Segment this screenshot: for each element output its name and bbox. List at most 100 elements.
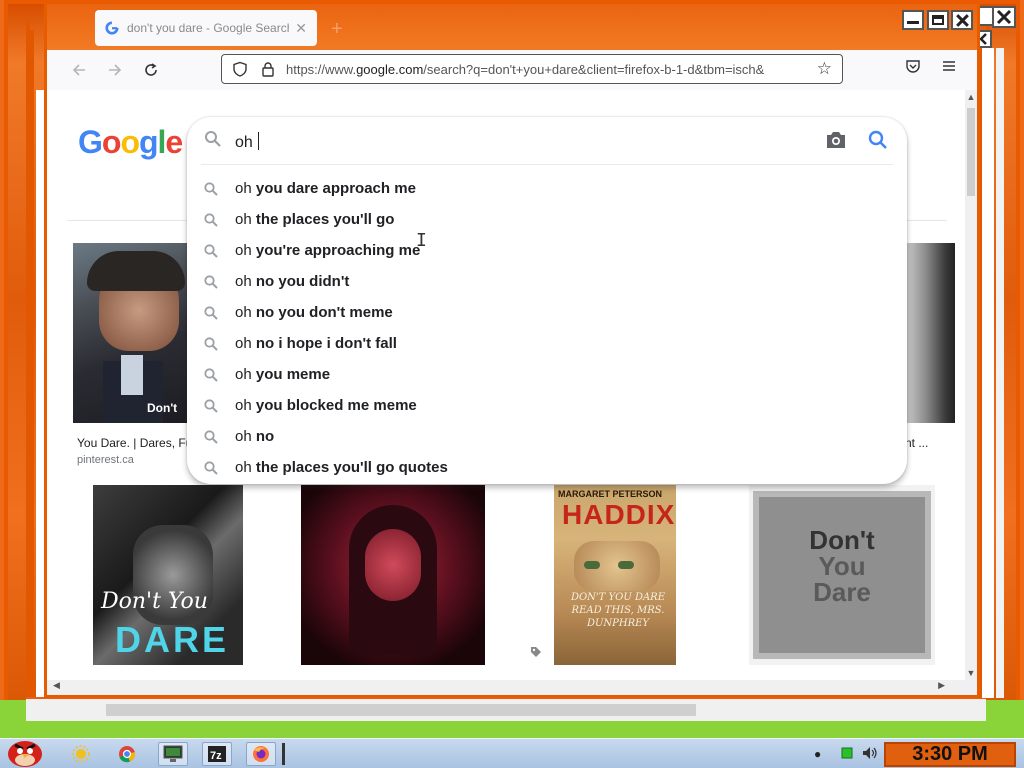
search-divider bbox=[201, 164, 893, 165]
close-button[interactable] bbox=[951, 10, 973, 30]
suggestion-item[interactable]: oh the places you'll go bbox=[187, 204, 907, 235]
suggestion-text: oh you meme bbox=[235, 366, 331, 383]
image-result-right[interactable] bbox=[907, 243, 955, 423]
google-logo[interactable]: Google bbox=[78, 124, 183, 161]
taskbar-app-chrome[interactable] bbox=[112, 742, 142, 766]
suggestion-item[interactable]: oh you meme bbox=[187, 359, 907, 390]
suggestion-item[interactable]: oh no i hope i don't fall bbox=[187, 328, 907, 359]
reload-button[interactable] bbox=[133, 55, 169, 85]
reload-icon bbox=[145, 63, 157, 76]
image-result-1[interactable]: Don't bbox=[73, 243, 187, 423]
menu-hamburger-icon[interactable] bbox=[941, 58, 957, 79]
pocket-icon[interactable] bbox=[905, 58, 921, 79]
suggestion-item[interactable]: oh the places you'll go quotes bbox=[187, 452, 907, 483]
search-icon bbox=[204, 275, 218, 289]
chrome-icon bbox=[119, 746, 136, 763]
scroll-left-icon[interactable]: ◀ bbox=[53, 680, 60, 691]
suggestion-item[interactable]: oh no you didn't bbox=[187, 266, 907, 297]
product-tag-icon bbox=[530, 645, 542, 663]
search-input[interactable]: oh bbox=[235, 132, 260, 152]
image-result-2[interactable] bbox=[301, 485, 485, 665]
image-result-book-3[interactable]: MARGARET PETERSON HADDIX DON'T YOU DARE … bbox=[554, 485, 676, 665]
taskbar: 7z ● 3:30 PM bbox=[0, 738, 1024, 768]
scrollbar-thumb[interactable] bbox=[967, 108, 975, 196]
new-tab-button[interactable]: + bbox=[331, 18, 343, 41]
image-result-book-4[interactable]: Don't You Dare bbox=[749, 485, 935, 665]
logo-letter: o bbox=[101, 124, 122, 160]
tab-strip: don't you dare - Google Search ✕ + bbox=[47, 4, 977, 50]
address-bar[interactable]: https://www.google.com/search?q=don't+yo… bbox=[221, 54, 843, 84]
taskbar-app-7zip[interactable]: 7z bbox=[202, 742, 232, 766]
suggestion-item[interactable]: oh no you don't meme bbox=[187, 297, 907, 328]
forward-button[interactable] bbox=[97, 55, 133, 85]
search-submit-icon[interactable] bbox=[867, 129, 889, 151]
firefox-icon bbox=[253, 746, 269, 762]
bookmark-star-icon[interactable]: ☆ bbox=[817, 59, 832, 79]
search-icon bbox=[204, 430, 218, 444]
shield-icon[interactable] bbox=[232, 61, 248, 77]
arrow-right-icon bbox=[109, 64, 122, 76]
text-cursor-icon: I bbox=[416, 230, 427, 251]
close-icon bbox=[996, 9, 1012, 25]
search-icon bbox=[204, 461, 218, 475]
browser-window: don't you dare - Google Search ✕ + https… bbox=[44, 4, 980, 698]
suggestion-item[interactable]: oh no bbox=[187, 421, 907, 452]
vertical-scrollbar[interactable]: ▲ ▼ bbox=[965, 90, 977, 680]
tab-google-search[interactable]: don't you dare - Google Search ✕ bbox=[95, 10, 317, 46]
volume-icon[interactable] bbox=[862, 746, 878, 763]
start-button[interactable] bbox=[2, 733, 48, 768]
image-overlay-text: Don't bbox=[147, 401, 178, 415]
book-subtitle: DON'T YOU DARE READ THIS, MRS. DUNPHREY bbox=[570, 592, 666, 629]
nav-toolbar: https://www.google.com/search?q=don't+yo… bbox=[47, 50, 977, 90]
search-box[interactable]: oh bbox=[187, 117, 907, 163]
logo-letter: g bbox=[138, 124, 159, 160]
taskbar-app-terminal[interactable] bbox=[158, 742, 188, 766]
background-horizontal-scrollbar[interactable] bbox=[26, 697, 986, 721]
background-window-edge bbox=[980, 48, 994, 698]
book-title: Dare bbox=[813, 577, 871, 607]
search-suggestions-dropdown: oh oh you dare approach me oh the places … bbox=[187, 117, 907, 484]
scroll-right-icon[interactable]: ▶ bbox=[938, 680, 945, 691]
tray-dot-icon[interactable]: ● bbox=[814, 747, 821, 761]
search-icon bbox=[204, 213, 218, 227]
camera-search-icon[interactable] bbox=[825, 130, 847, 150]
arrow-left-icon bbox=[72, 64, 85, 76]
suggestion-text: oh you're approaching me bbox=[235, 242, 421, 259]
sun-icon bbox=[72, 745, 90, 763]
taskbar-app-sun[interactable] bbox=[66, 742, 96, 766]
maximize-button[interactable] bbox=[927, 10, 949, 30]
angry-bird-icon bbox=[8, 741, 42, 767]
result-source[interactable]: pinterest.ca bbox=[77, 454, 134, 466]
monitor-icon bbox=[163, 745, 183, 762]
horizontal-scrollbar[interactable]: ◀ ▶ bbox=[47, 680, 965, 694]
result-caption[interactable]: nt ... bbox=[905, 436, 928, 450]
logo-letter: G bbox=[78, 124, 103, 160]
battery-icon[interactable] bbox=[840, 746, 854, 763]
suggestion-text: oh no i hope i don't fall bbox=[235, 335, 397, 352]
taskbar-clock[interactable]: 3:30 PM bbox=[884, 742, 1016, 767]
image-result-book-1[interactable]: Don't You DARE bbox=[93, 485, 243, 665]
suggestion-text: oh you blocked me meme bbox=[235, 397, 417, 414]
suggestion-text: oh the places you'll go bbox=[235, 211, 395, 228]
back-button[interactable] bbox=[61, 55, 97, 85]
logo-letter: e bbox=[165, 124, 183, 160]
suggestion-text: oh no you didn't bbox=[235, 273, 350, 290]
search-icon bbox=[204, 337, 218, 351]
scroll-up-icon[interactable]: ▲ bbox=[965, 92, 977, 102]
suggestion-item[interactable]: oh you're approaching me bbox=[187, 235, 907, 266]
logo-letter: o bbox=[120, 124, 140, 160]
url-text[interactable]: https://www.google.com/search?q=don't+yo… bbox=[286, 62, 817, 77]
suggestion-item[interactable]: oh you blocked me meme bbox=[187, 390, 907, 421]
svg-text:7z: 7z bbox=[210, 750, 222, 762]
taskbar-app-firefox[interactable] bbox=[246, 742, 276, 766]
result-caption[interactable]: You Dare. | Dares, Fu bbox=[77, 436, 192, 450]
background-close-button[interactable] bbox=[992, 6, 1016, 28]
book-author: MARGARET PETERSON bbox=[558, 489, 663, 499]
minimize-button[interactable] bbox=[902, 10, 924, 30]
lock-icon[interactable] bbox=[260, 61, 276, 77]
scroll-down-icon[interactable]: ▼ bbox=[965, 668, 977, 678]
tab-close-icon[interactable]: ✕ bbox=[295, 20, 307, 37]
suggestion-text: oh no bbox=[235, 428, 275, 445]
suggestion-item[interactable]: oh you dare approach me bbox=[187, 173, 907, 204]
taskbar-separator bbox=[282, 743, 285, 765]
